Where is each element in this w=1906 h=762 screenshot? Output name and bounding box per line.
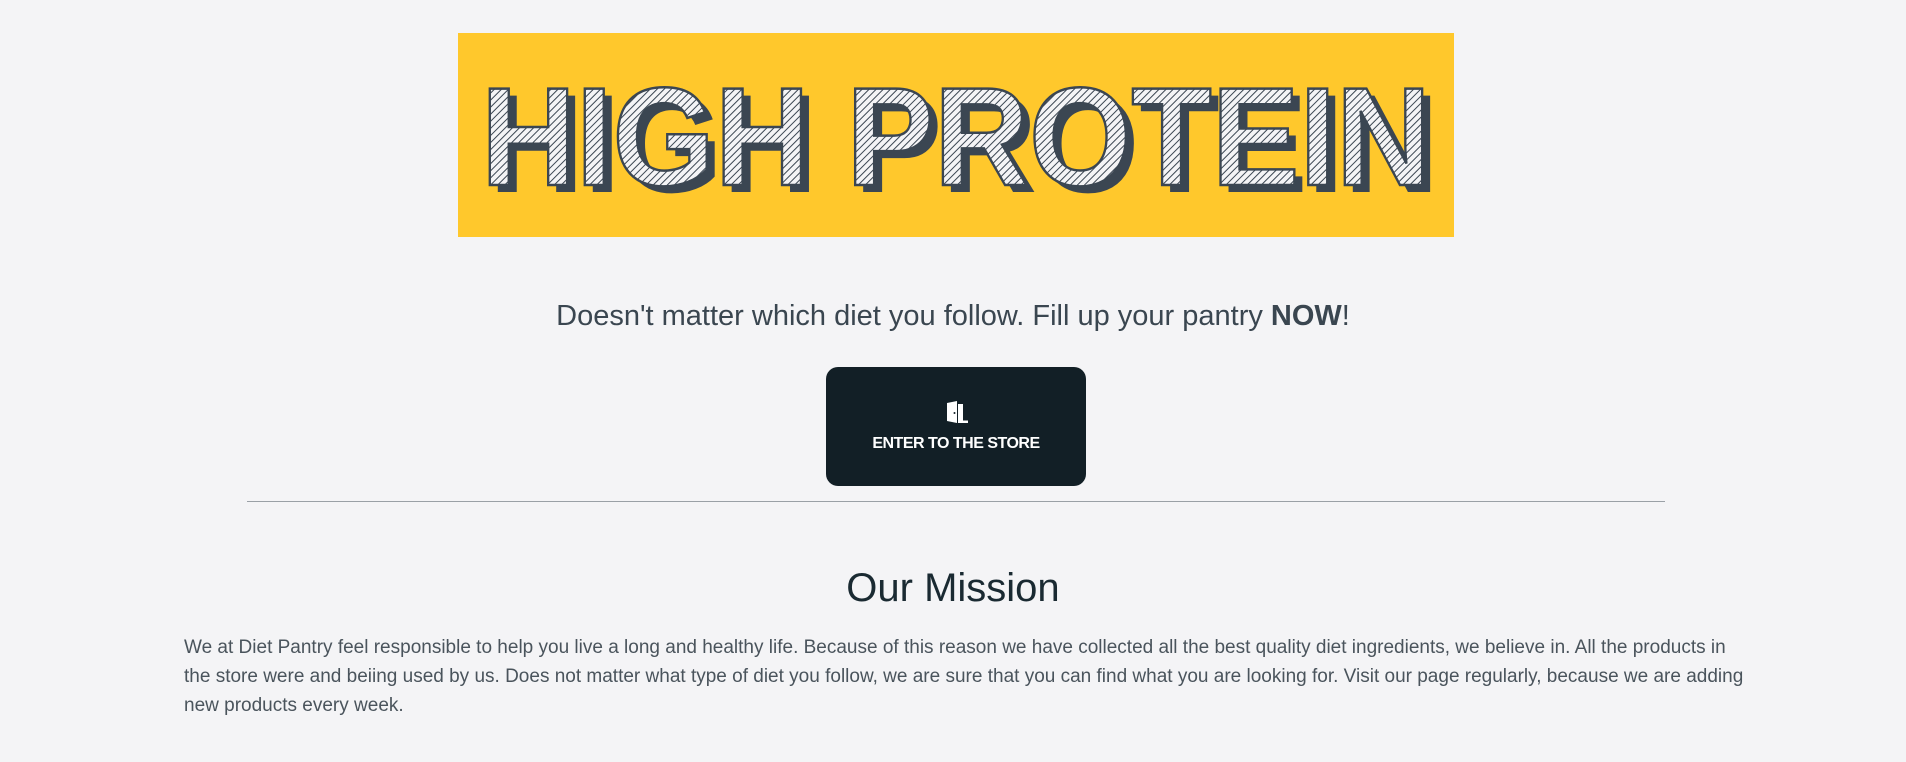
tagline-emphasis: NOW xyxy=(1270,300,1342,332)
section-divider xyxy=(247,501,1665,502)
enter-store-button[interactable]: ENTER TO THE STORE xyxy=(826,367,1086,486)
tagline-suffix: ! xyxy=(1341,300,1350,332)
enter-store-label: ENTER TO THE STORE xyxy=(872,434,1040,452)
hero-banner-graphic: HIGH PROTEIN HIGH PROTEIN xyxy=(480,57,1439,222)
mission-title: Our Mission xyxy=(846,566,1060,610)
tagline-prefix: Doesn't matter which diet you follow. Fi… xyxy=(556,300,1271,332)
door-open-icon xyxy=(947,400,968,423)
mission-body: We at Diet Pantry feel responsible to he… xyxy=(184,637,1744,716)
banner-title: HIGH PROTEIN xyxy=(481,58,1431,215)
tagline: Doesn't matter which diet you follow. Fi… xyxy=(0,300,1906,333)
hero-banner: HIGH PROTEIN HIGH PROTEIN xyxy=(458,33,1454,237)
